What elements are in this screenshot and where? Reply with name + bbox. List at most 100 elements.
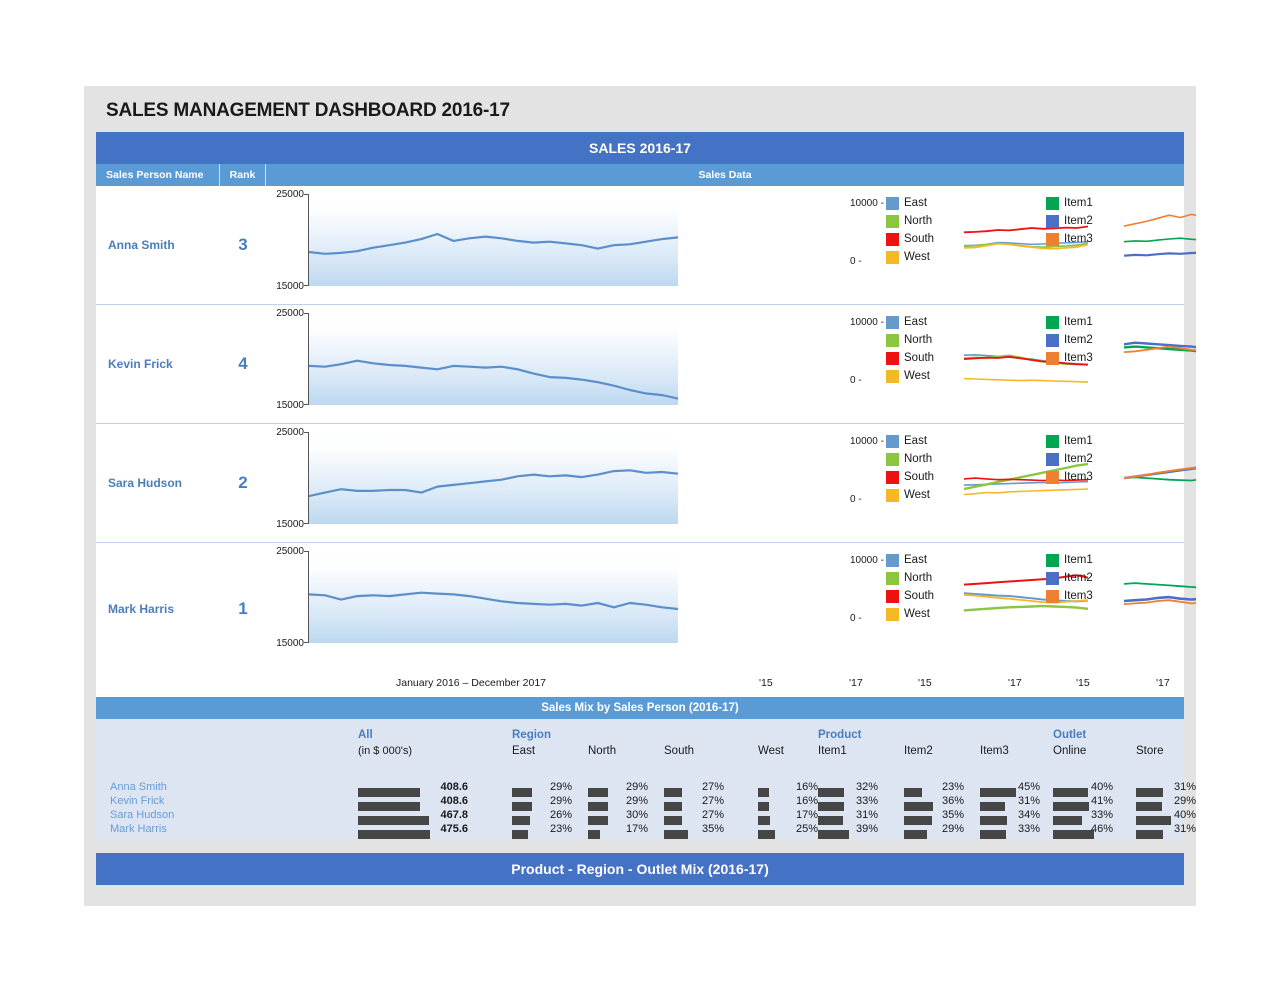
- y-axis-min: 15000: [276, 400, 304, 411]
- mix-pct-value: 17%: [625, 823, 648, 835]
- mix-pct-value: 31%: [1173, 781, 1196, 793]
- legend-item: Item3: [1046, 230, 1122, 248]
- mix-total-bar: [358, 826, 430, 844]
- legend-item: South: [886, 587, 962, 605]
- legend-item: North: [886, 450, 962, 468]
- legend-item: Item3: [1046, 349, 1122, 367]
- legend-label: Item2: [1064, 572, 1093, 584]
- x-tick-region-end: '17: [849, 677, 863, 689]
- legend-item: West: [886, 605, 962, 623]
- legend-label: South: [904, 233, 935, 245]
- dashboard-page: SALES MANAGEMENT DASHBOARD 2016-17 SALES…: [0, 0, 1280, 989]
- legend-item: Item1: [1046, 313, 1122, 331]
- legend-label: West: [904, 489, 930, 501]
- mix-pct-value: 32%: [855, 781, 878, 793]
- table-row[interactable]: Mark Harris 1 25000 15000 10000 - 0 - East Nort…: [96, 543, 1196, 675]
- legend-swatch-north: [886, 214, 899, 228]
- y-axis-min: 15000: [276, 519, 304, 530]
- sparkline: [1124, 313, 1196, 399]
- y-axis-max: 25000: [276, 427, 304, 438]
- mix-pct-value: 33%: [1090, 809, 1113, 821]
- y-tick-bottom: [304, 523, 308, 524]
- legend-swatch-east: [886, 434, 899, 448]
- legend-item: South: [886, 230, 962, 248]
- mix-person-name: Anna Smith: [110, 781, 167, 793]
- legend-swatch-west: [886, 369, 899, 383]
- legend-swatch-east: [886, 553, 899, 567]
- legend-swatch-north: [886, 452, 899, 466]
- x-axis-labels: January 2016 – December 2017 '15 '17 '15…: [96, 675, 1184, 697]
- mix-pct-value: 35%: [701, 823, 724, 835]
- mix-total-value: 475.6: [440, 823, 468, 835]
- mix-pct-value: 31%: [855, 809, 878, 821]
- legend-label: Item3: [1064, 233, 1093, 245]
- legend-label: East: [904, 435, 928, 447]
- y-axis-max: 25000: [276, 546, 304, 557]
- legend-item: Item3: [1046, 468, 1122, 486]
- sparkline: [1124, 551, 1196, 637]
- table-column-header: Sales Person Name Rank Sales Data: [96, 164, 1184, 186]
- mix-pct-bar: [980, 826, 1007, 844]
- y-axis-max: 25000: [276, 189, 304, 200]
- mix-total-value: 467.8: [440, 809, 468, 821]
- mix-pct-value: 34%: [1017, 809, 1040, 821]
- mix-col-north: North: [588, 745, 617, 757]
- sales-person-name: Sara Hudson: [108, 476, 183, 490]
- sales-mix-panel: All (in $ 000's) Region Product Outlet East No…: [96, 719, 1196, 840]
- mix-pct-value: 40%: [1090, 781, 1113, 793]
- mix-pct-value: 16%: [795, 795, 818, 807]
- trend-plot-area: [309, 194, 678, 286]
- legend-label: West: [904, 608, 930, 620]
- table-row[interactable]: Sara Hudson 2 25000 15000 10000 - 0 - East Nort…: [96, 424, 1196, 543]
- mini-axis-top: 10000 -: [850, 555, 884, 566]
- mini-axis-top: 10000 -: [850, 436, 884, 447]
- mini-axis-zero: 0 -: [850, 613, 862, 624]
- mix-pct-value: 46%: [1090, 823, 1113, 835]
- sales-trend-chart: 25000 15000: [276, 189, 678, 292]
- mix-pct-value: 26%: [549, 809, 572, 821]
- legend-swatch-item3: [1046, 351, 1059, 365]
- legend-item: West: [886, 486, 962, 504]
- legend-swatch-item3: [1046, 589, 1059, 603]
- table-row[interactable]: Kevin Frick 4 25000 15000 10000 - 0 - East Nort…: [96, 305, 1196, 424]
- legend-swatch-item2: [1046, 333, 1059, 347]
- mix-pct-value: 36%: [941, 795, 964, 807]
- mix-pct-value: 29%: [549, 795, 572, 807]
- mini-legend: East North South West: [886, 551, 962, 623]
- mix-col-east: East: [512, 745, 536, 757]
- legend-label: East: [904, 554, 928, 566]
- x-tick-outlet-start: '15: [1076, 677, 1090, 689]
- sales-person-name: Kevin Frick: [108, 357, 173, 371]
- sparkline: [1124, 194, 1196, 280]
- mix-col-item1: Item1: [818, 745, 847, 757]
- mix-pct-bar: [664, 826, 688, 844]
- legend-label: East: [904, 316, 928, 328]
- y-axis-min: 15000: [276, 281, 304, 292]
- sales-trend-chart: 25000 15000: [276, 546, 678, 649]
- y-tick-top: [304, 551, 308, 552]
- mix-pct-value: 31%: [1017, 795, 1040, 807]
- mix-all-units: (in $ 000's): [358, 745, 413, 757]
- y-tick-bottom: [304, 642, 308, 643]
- mix-pct-value: 33%: [1017, 823, 1040, 835]
- mix-col-item2: Item2: [904, 745, 933, 757]
- mix-pct-bar: [904, 826, 928, 844]
- legend-item: East: [886, 194, 962, 212]
- sales-trend-chart: 25000 15000: [276, 427, 678, 530]
- trend-plot-area: [309, 432, 678, 524]
- legend-swatch-west: [886, 607, 899, 621]
- mini-axis-zero: 0 -: [850, 256, 862, 267]
- mix-col-online: Online: [1053, 745, 1087, 757]
- mini-legend: Item1 Item2 Item3: [1046, 432, 1122, 486]
- sales-rows: Anna Smith 3 25000 15000 10000 - 0 - East North…: [96, 186, 1196, 675]
- legend-swatch-item1: [1046, 315, 1059, 329]
- mix-pct-value: 40%: [1173, 809, 1196, 821]
- legend-swatch-north: [886, 571, 899, 585]
- mix-pct-value: 35%: [941, 809, 964, 821]
- mix-person-name: Sara Hudson: [110, 809, 175, 821]
- y-tick-top: [304, 432, 308, 433]
- table-row[interactable]: Anna Smith 3 25000 15000 10000 - 0 - East North…: [96, 186, 1196, 305]
- trend-plot-area: [309, 313, 678, 405]
- x-tick-region-start: '15: [759, 677, 773, 689]
- mix-pct-value: 29%: [625, 781, 648, 793]
